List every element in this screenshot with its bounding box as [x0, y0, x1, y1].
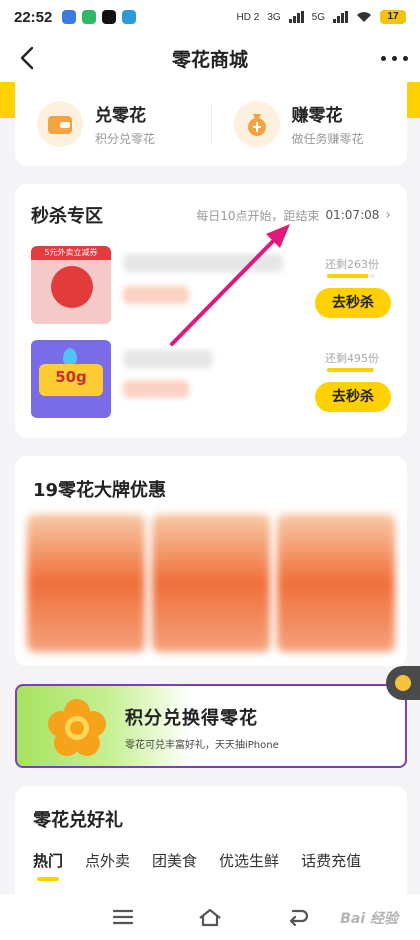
brand-deals-card: 19零花大牌优惠: [15, 456, 407, 666]
exchange-item-earn[interactable]: 赚零花 做任务赚零花: [212, 82, 408, 166]
network-3g-label: 3G: [267, 11, 281, 23]
gifts-card: 零花兑好礼 热门 点外卖 团美食 优选生鲜 话费充值: [15, 786, 407, 906]
more-options-icon[interactable]: [381, 46, 408, 70]
tab-fresh[interactable]: 优选生鲜: [219, 850, 279, 881]
tab-phone-recharge[interactable]: 话费充值: [301, 850, 361, 881]
page-title: 零花商城: [171, 48, 248, 71]
tab-hot[interactable]: 热门: [33, 850, 63, 881]
product-price-blurred: [123, 286, 189, 304]
remaining-progress-fill: [327, 274, 368, 278]
brand-deal-tile[interactable]: [277, 514, 395, 652]
wifi-icon: [357, 12, 371, 22]
wallet-icon: [37, 101, 83, 147]
flash-sale-item[interactable]: 5元外卖立减券 还剩263份 去秒杀: [31, 246, 391, 324]
wechat-icon: [82, 10, 97, 24]
signal-icon-2: [333, 11, 348, 23]
app-notification-icon: [62, 10, 77, 24]
money-bag-icon: [233, 101, 280, 147]
coin-icon: [395, 675, 411, 691]
menu-icon[interactable]: [112, 908, 134, 926]
brand-deal-tile[interactable]: [152, 514, 270, 652]
product-image: 5元外卖立减券: [31, 246, 111, 324]
product-price-blurred: [123, 380, 189, 398]
remaining-stock: 还剩495份: [325, 352, 379, 365]
flash-sale-header: 秒杀专区 每日10点开始，距结束 01:07:08 ›: [31, 202, 391, 228]
exchange-item-subtitle: 积分兑零花: [95, 132, 156, 146]
telegram-icon: [122, 10, 137, 24]
chevron-right-icon: ›: [385, 207, 391, 223]
remaining-stock: 还剩263份: [325, 258, 379, 271]
flash-sale-item[interactable]: 50g 还剩495份 去秒杀: [31, 340, 391, 418]
exchange-item-subtitle: 做任务赚零花: [291, 132, 364, 146]
exchange-item-redeem[interactable]: 兑零花 积分兑零花: [15, 82, 211, 166]
remaining-progress-fill: [327, 368, 373, 372]
flash-sale-card: 秒杀专区 每日10点开始，距结束 01:07:08 › 5元外卖立减券 还剩26…: [15, 184, 407, 438]
status-indicators: HD 2 3G 5G 17: [237, 10, 406, 24]
signal-icon: [288, 11, 304, 23]
promo-subtitle: 零花可兑丰富好礼，天天抽iPhone: [125, 740, 279, 751]
flash-sale-button[interactable]: 去秒杀: [315, 382, 391, 412]
product-name-blurred: [123, 254, 283, 272]
back-arrow-icon[interactable]: [14, 44, 42, 72]
remaining-progress-bar: [327, 368, 375, 372]
countdown-timer: 01:07:08: [325, 208, 380, 222]
gifts-title: 零花兑好礼: [33, 810, 123, 831]
exchange-item-title: 赚零花: [291, 106, 343, 126]
flash-sale-countdown-link[interactable]: 每日10点开始，距结束 01:07:08 ›: [196, 207, 391, 224]
exchange-card: 兑零花 积分兑零花 赚零花 做任务赚零花: [15, 82, 407, 166]
network-5g-label: 5G: [311, 11, 325, 23]
product-image-tag: 50g: [39, 364, 103, 396]
tiktok-icon: [102, 10, 117, 24]
brand-deal-tile[interactable]: [27, 514, 145, 652]
promo-title: 积分兑换得零花: [125, 708, 258, 729]
product-image-tag: 5元外卖立减券: [31, 246, 111, 260]
nav-bar: 零花商城: [0, 34, 420, 82]
hd-network-label: HD 2: [236, 11, 260, 23]
tab-takeout[interactable]: 点外卖: [85, 850, 130, 881]
home-icon[interactable]: [198, 907, 222, 927]
status-app-icons: [62, 10, 137, 24]
tab-group-food[interactable]: 团美食: [152, 850, 197, 881]
flash-sale-button[interactable]: 去秒杀: [315, 288, 391, 318]
brand-deals-title: 19零花大牌优惠: [33, 480, 167, 501]
watermark-logo: Bai 经验: [340, 911, 398, 927]
back-icon[interactable]: [286, 907, 308, 927]
flash-sale-info: 每日10点开始，距结束: [196, 208, 320, 223]
status-bar: 22:52 HD 2 3G 5G 17: [0, 0, 420, 34]
product-logo-icon: [51, 266, 93, 308]
flash-sale-title: 秒杀专区: [31, 206, 103, 227]
floating-coin-button[interactable]: [386, 666, 420, 700]
category-tabs: 热门 点外卖 团美食 优选生鲜 话费充值: [33, 850, 407, 881]
product-name-blurred: [123, 350, 213, 368]
product-image: 50g: [31, 340, 111, 418]
battery-icon: 17: [380, 10, 406, 24]
status-time: 22:52: [14, 8, 53, 26]
remaining-progress-bar: [327, 274, 375, 278]
flower-icon: [48, 699, 106, 756]
exchange-item-title: 兑零花: [95, 106, 146, 126]
promo-banner[interactable]: 积分兑换得零花 零花可兑丰富好礼，天天抽iPhone: [15, 684, 407, 768]
